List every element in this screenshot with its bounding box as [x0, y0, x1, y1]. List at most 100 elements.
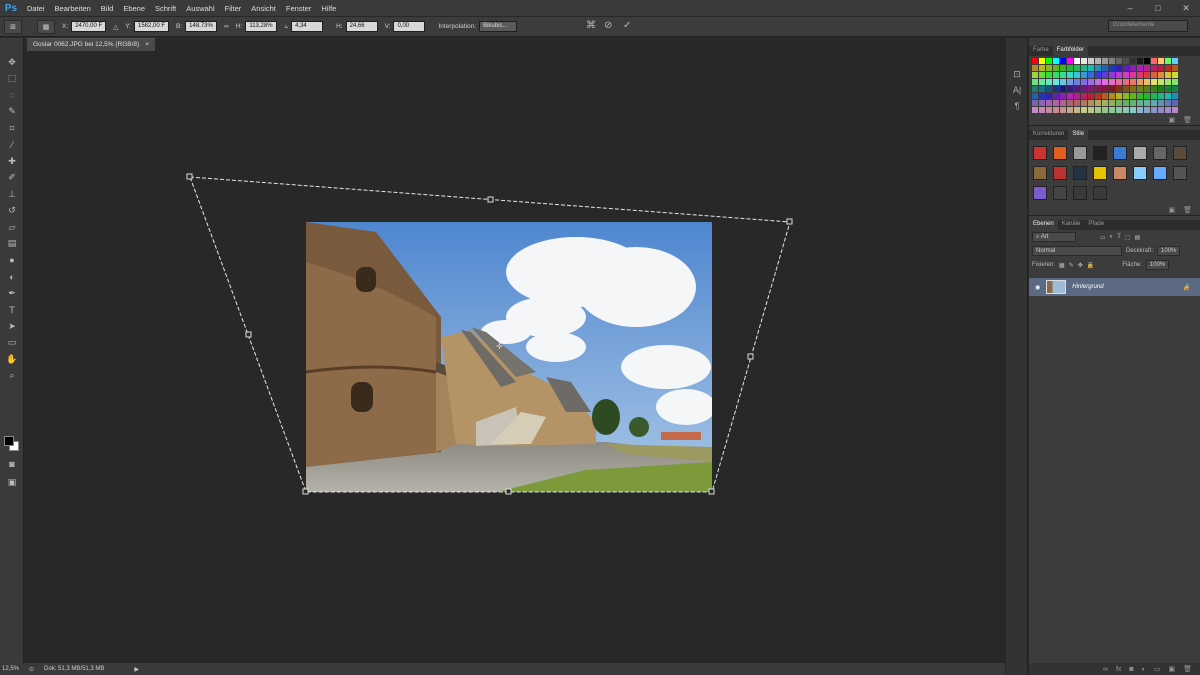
swatch-cell[interactable]: [1123, 93, 1129, 99]
swatch-cell[interactable]: [1130, 72, 1136, 78]
lock-position-icon[interactable]: ✥: [1078, 262, 1083, 269]
swatch-cell[interactable]: [1116, 93, 1122, 99]
style-preset[interactable]: [1053, 166, 1067, 180]
swatch-cell[interactable]: [1137, 86, 1143, 92]
swatch-cell[interactable]: [1074, 72, 1080, 78]
swatch-cell[interactable]: [1116, 72, 1122, 78]
swatch-cell[interactable]: [1088, 86, 1094, 92]
zoom-tool-icon[interactable]: ⌕: [0, 368, 24, 385]
swatch-cell[interactable]: [1032, 58, 1038, 64]
swatch-cell[interactable]: [1046, 65, 1052, 71]
swatch-cell[interactable]: [1067, 72, 1073, 78]
swatch-cell[interactable]: [1130, 65, 1136, 71]
status-menu-arrow-icon[interactable]: ▶: [134, 666, 139, 673]
filter-type-icon[interactable]: T: [1117, 234, 1121, 240]
cancel-transform-icon[interactable]: ⊘: [604, 20, 612, 31]
quick-select-tool-icon[interactable]: ✎: [0, 104, 24, 121]
filter-smart-icon[interactable]: ▤: [1135, 234, 1141, 241]
menu-ebene[interactable]: Ebene: [118, 4, 150, 13]
style-preset[interactable]: [1093, 146, 1107, 160]
style-preset[interactable]: [1033, 146, 1047, 160]
stamp-tool-icon[interactable]: ⊥: [0, 186, 24, 203]
style-preset[interactable]: [1133, 146, 1147, 160]
swatch-cell[interactable]: [1144, 107, 1150, 113]
swatch-cell[interactable]: [1039, 100, 1045, 106]
swatch-cell[interactable]: [1137, 65, 1143, 71]
style-preset[interactable]: [1073, 146, 1087, 160]
swatch-cell[interactable]: [1116, 79, 1122, 85]
tab-channels[interactable]: Kanäle: [1058, 220, 1085, 230]
healing-tool-icon[interactable]: ✚: [0, 153, 24, 170]
swatch-cell[interactable]: [1095, 100, 1101, 106]
swatch-cell[interactable]: [1172, 72, 1178, 78]
tab-adjustments[interactable]: Korrekturen: [1029, 130, 1068, 140]
swatch-cell[interactable]: [1032, 79, 1038, 85]
layer-style-icon[interactable]: fx: [1116, 666, 1121, 673]
swatch-cell[interactable]: [1095, 86, 1101, 92]
swatches-grid[interactable]: [1029, 56, 1200, 116]
swatch-cell[interactable]: [1053, 65, 1059, 71]
style-preset[interactable]: [1113, 146, 1127, 160]
delete-style-icon[interactable]: 🗑: [1183, 206, 1192, 215]
layer-filter-select[interactable]: ⌕ Art: [1032, 232, 1076, 242]
swatch-cell[interactable]: [1102, 58, 1108, 64]
swatch-cell[interactable]: [1039, 58, 1045, 64]
swatch-cell[interactable]: [1144, 86, 1150, 92]
dodge-tool-icon[interactable]: ◐: [0, 269, 24, 286]
swatch-cell[interactable]: [1039, 72, 1045, 78]
swatch-cell[interactable]: [1088, 100, 1094, 106]
swatch-cell[interactable]: [1074, 93, 1080, 99]
swatch-cell[interactable]: [1095, 72, 1101, 78]
style-preset[interactable]: [1073, 166, 1087, 180]
tab-color[interactable]: Farbe: [1029, 46, 1053, 56]
swatch-cell[interactable]: [1102, 107, 1108, 113]
swatch-cell[interactable]: [1116, 58, 1122, 64]
swatch-cell[interactable]: [1116, 86, 1122, 92]
menu-bearbeiten[interactable]: Bearbeiten: [50, 4, 96, 13]
swatch-cell[interactable]: [1081, 86, 1087, 92]
eraser-tool-icon[interactable]: ▱: [0, 219, 24, 236]
swatch-cell[interactable]: [1102, 93, 1108, 99]
swatch-cell[interactable]: [1123, 100, 1129, 106]
quick-mask-icon[interactable]: ◙: [0, 456, 24, 473]
swatch-cell[interactable]: [1060, 79, 1066, 85]
menu-ansicht[interactable]: Ansicht: [246, 4, 281, 13]
swatch-cell[interactable]: [1158, 58, 1164, 64]
swatch-cell[interactable]: [1137, 93, 1143, 99]
swatch-cell[interactable]: [1053, 107, 1059, 113]
style-preset[interactable]: [1073, 186, 1087, 200]
shape-tool-icon[interactable]: ▭: [0, 335, 24, 352]
move-tool-icon[interactable]: ✥: [0, 54, 24, 71]
swatch-cell[interactable]: [1102, 100, 1108, 106]
swatch-cell[interactable]: [1088, 65, 1094, 71]
delete-swatch-icon[interactable]: 🗑: [1183, 116, 1192, 125]
menu-schrift[interactable]: Schrift: [150, 4, 181, 13]
swatch-cell[interactable]: [1081, 58, 1087, 64]
swatch-cell[interactable]: [1130, 107, 1136, 113]
swatch-cell[interactable]: [1144, 93, 1150, 99]
swatch-cell[interactable]: [1074, 86, 1080, 92]
reference-point-icon[interactable]: ▦: [37, 19, 55, 34]
height-field[interactable]: 113,28%: [245, 21, 278, 32]
swatch-cell[interactable]: [1151, 100, 1157, 106]
swatch-cell[interactable]: [1109, 79, 1115, 85]
swatch-cell[interactable]: [1060, 100, 1066, 106]
swatch-cell[interactable]: [1095, 107, 1101, 113]
swatch-cell[interactable]: [1165, 72, 1171, 78]
swatch-cell[interactable]: [1039, 107, 1045, 113]
minimize-button[interactable]: –: [1116, 0, 1144, 16]
swatch-cell[interactable]: [1130, 86, 1136, 92]
swatch-cell[interactable]: [1081, 72, 1087, 78]
marquee-tool-icon[interactable]: ⬚: [0, 71, 24, 88]
swatch-cell[interactable]: [1095, 65, 1101, 71]
link-layers-icon[interactable]: ∞: [1103, 666, 1108, 673]
swatch-cell[interactable]: [1046, 100, 1052, 106]
swatch-cell[interactable]: [1088, 107, 1094, 113]
swatch-cell[interactable]: [1074, 107, 1080, 113]
history-panel-icon[interactable]: ⊡: [1006, 66, 1028, 82]
swatch-cell[interactable]: [1039, 86, 1045, 92]
swatch-cell[interactable]: [1046, 58, 1052, 64]
swatch-cell[interactable]: [1158, 93, 1164, 99]
swatch-cell[interactable]: [1151, 107, 1157, 113]
swatch-cell[interactable]: [1172, 79, 1178, 85]
